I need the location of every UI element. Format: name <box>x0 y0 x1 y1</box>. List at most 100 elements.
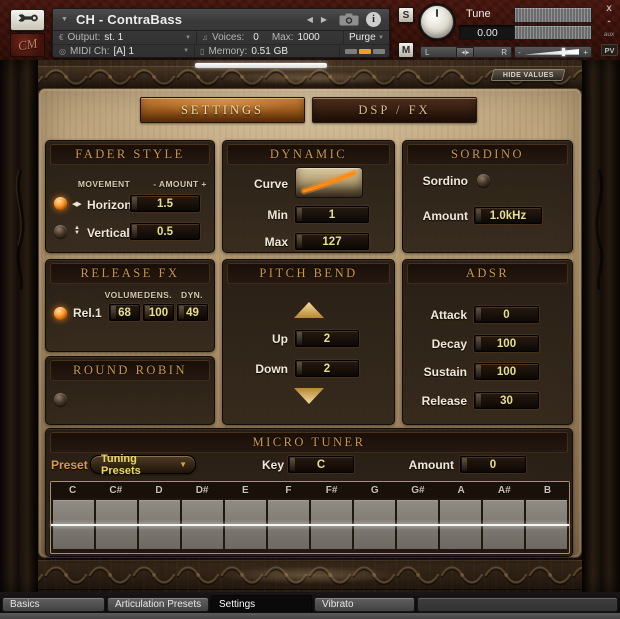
sordino-panel: SORDINO Sordino Amount 1.0kHz <box>402 140 573 253</box>
output-select[interactable]: € Output: st. 1 ▼ <box>53 31 196 44</box>
sordino-amount-field[interactable]: 1.0kHz <box>474 207 542 224</box>
tuner-note-labels: C C# D D# E F F# G G# A A# B <box>51 482 569 498</box>
note-label: G# <box>396 485 439 496</box>
micro-tuner-panel: MICRO TUNER Preset Tuning Presets ▼ Key … <box>45 428 573 557</box>
dynamic-max-field[interactable]: 127 <box>295 233 369 250</box>
instrument-header-panel: ▼ CH - ContraBass ◀ ▶ i € Output: <box>52 8 390 58</box>
panel-title: FADER STYLE <box>50 144 210 165</box>
volume-slider[interactable]: - + <box>514 46 592 58</box>
output-icon: € <box>59 33 63 42</box>
note-label: F# <box>310 485 353 496</box>
adsr-sustain-field[interactable]: 100 <box>474 363 539 380</box>
pv-button[interactable]: PV <box>601 44 618 56</box>
wrench-icon <box>17 11 39 30</box>
purge-caret-icon: ▼ <box>378 35 384 41</box>
bottom-tab-settings[interactable]: Settings <box>211 595 312 614</box>
tab-dsp-fx[interactable]: DSP / FX <box>312 97 477 123</box>
solo-button[interactable]: S <box>398 7 414 23</box>
pitch-bend-panel: PITCH BEND Up 2 Down 2 <box>222 259 395 425</box>
note-label: A# <box>483 485 526 496</box>
bottom-frieze-ornament <box>0 560 620 590</box>
release-density-field[interactable]: 100 <box>143 304 174 321</box>
panel-title: ADSR <box>407 263 568 284</box>
mute-button[interactable]: M <box>398 42 414 58</box>
pitch-up-arrow[interactable] <box>294 302 324 318</box>
volume-grip[interactable] <box>562 48 565 56</box>
aux-button[interactable]: aux <box>600 31 618 38</box>
release-led[interactable] <box>54 307 67 320</box>
pitch-down-arrow[interactable] <box>294 388 324 404</box>
instrument-title: CH - ContraBass <box>76 12 182 27</box>
brand-logo: CM <box>10 33 45 57</box>
volume-wedge <box>524 47 579 57</box>
chevron-down-icon: ▼ <box>185 35 191 41</box>
adsr-panel: ADSR Attack 0 Decay 100 Sustain 100 Rele… <box>402 259 573 425</box>
right-pillar-ornament <box>582 60 620 592</box>
tune-label: Tune <box>466 8 491 20</box>
adsr-release-field[interactable]: 30 <box>474 392 539 409</box>
note-label: D# <box>181 485 224 496</box>
chevron-down-icon[interactable]: ▼ <box>61 16 68 23</box>
dynamic-min-field[interactable]: 1 <box>295 206 369 223</box>
note-label: F <box>267 485 310 496</box>
progress-bar <box>195 63 327 68</box>
bottom-tab-basics[interactable]: Basics <box>2 597 105 612</box>
panel-title: PITCH BEND <box>227 263 390 284</box>
adsr-attack-field[interactable]: 0 <box>474 306 539 323</box>
tuner-cells <box>51 498 569 551</box>
release-volume-field[interactable]: 68 <box>109 304 140 321</box>
tuner-key-field[interactable]: C <box>288 456 354 473</box>
kontakt-header: CM ▼ CH - ContraBass ◀ ▶ i <box>0 0 620 60</box>
vertical-amount-field[interactable]: 0.5 <box>130 223 200 240</box>
preset-dropdown[interactable]: Tuning Presets ▼ <box>90 455 196 474</box>
minimize-icon[interactable]: - <box>600 16 618 27</box>
purge-button[interactable]: Purge ▼ <box>343 31 389 44</box>
pan-slider[interactable]: L ◂|▸ R <box>420 46 512 58</box>
note-label: E <box>224 485 267 496</box>
header-row-2: € Output: st. 1 ▼ ♫ Voices: 0 Max: 1000 … <box>53 31 389 44</box>
fader-style-panel: FADER STYLE MOVEMENT - AMOUNT + ◀▶ Horiz… <box>45 140 215 253</box>
release-dynamic-field[interactable]: 49 <box>177 304 208 321</box>
note-label: C# <box>94 485 137 496</box>
midi-channel-select[interactable]: ◎ MIDI Ch: [A] 1 ▼ <box>53 45 194 57</box>
tuner-zero-line <box>51 524 569 526</box>
kontakt-window: CM ▼ CH - ContraBass ◀ ▶ i <box>0 0 620 619</box>
next-arrow-icon[interactable]: ▶ <box>321 15 327 24</box>
info-button[interactable]: i <box>366 12 381 27</box>
note-label: G <box>353 485 396 496</box>
memory-display: ▯ Memory: 0.51 GB <box>194 45 339 57</box>
dropdown-caret-icon: ▼ <box>179 460 187 469</box>
adsr-decay-field[interactable]: 100 <box>474 335 539 352</box>
tune-value[interactable]: 0.00 <box>459 25 516 40</box>
camera-icon[interactable] <box>339 13 359 26</box>
header-row-3: ◎ MIDI Ch: [A] 1 ▼ ▯ Memory: 0.51 GB <box>53 44 389 57</box>
round-robin-panel: ROUND ROBIN <box>45 356 215 425</box>
midi-icon: ◎ <box>59 47 66 56</box>
panel-title: ROUND ROBIN <box>50 360 210 381</box>
tab-settings[interactable]: SETTINGS <box>140 97 305 123</box>
round-robin-led[interactable] <box>54 393 67 406</box>
horizontal-amount-field[interactable]: 1.5 <box>130 195 200 212</box>
wrench-button[interactable] <box>10 9 45 31</box>
note-label: D <box>137 485 180 496</box>
vertical-led[interactable] <box>54 225 67 238</box>
bottom-tab-vibrato[interactable]: Vibrato <box>314 597 415 612</box>
voices-icon: ♫ <box>202 33 208 42</box>
bottom-tab-articulation-presets[interactable]: Articulation Presets <box>107 597 209 612</box>
pan-grip[interactable]: ◂|▸ <box>456 47 474 58</box>
pitch-up-field[interactable]: 2 <box>295 330 359 347</box>
close-icon[interactable]: x <box>600 3 618 14</box>
purge-meter <box>339 45 389 57</box>
curve-display[interactable] <box>295 167 363 198</box>
pitch-down-field[interactable]: 2 <box>295 360 359 377</box>
prev-arrow-icon[interactable]: ◀ <box>307 15 313 24</box>
horizontal-arrows-icon: ◀▶ <box>72 200 81 208</box>
hide-values-button[interactable]: HIDE VALUES <box>491 69 566 81</box>
tune-knob[interactable] <box>420 5 454 39</box>
panel-title: MICRO TUNER <box>50 432 568 453</box>
chevron-down-icon: ▼ <box>183 48 189 54</box>
horizontal-led[interactable] <box>54 197 67 210</box>
tuner-amount-field[interactable]: 0 <box>460 456 526 473</box>
instrument-title-row[interactable]: ▼ CH - ContraBass ◀ ▶ i <box>53 9 389 31</box>
sordino-led[interactable] <box>477 174 490 187</box>
